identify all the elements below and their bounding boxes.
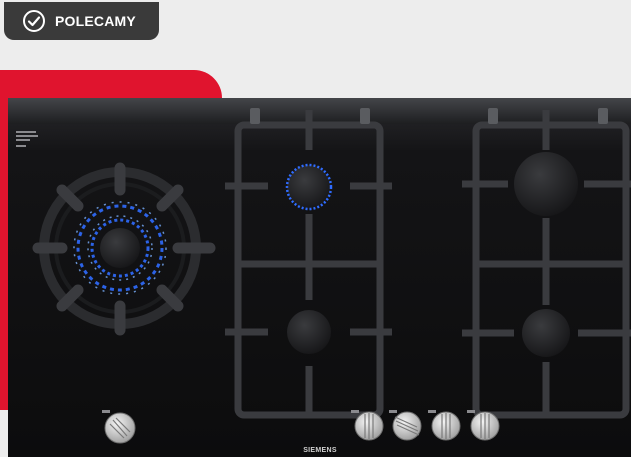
product-image-stage: SIEMENS POLECAMY	[0, 0, 631, 457]
recommended-badge: POLECAMY	[4, 2, 159, 40]
hob-glass	[8, 98, 631, 457]
burner-medium-bottom	[287, 310, 331, 354]
hob-brand-label: SIEMENS	[303, 447, 337, 454]
burner-large-right	[514, 152, 578, 216]
hob-back-rim	[8, 98, 631, 124]
burner-small-right	[522, 309, 570, 357]
burner-medium-top	[285, 163, 333, 211]
check-circle-icon	[23, 10, 45, 32]
badge-label: POLECAMY	[55, 13, 136, 29]
gas-hob-photo: SIEMENS	[8, 98, 631, 457]
